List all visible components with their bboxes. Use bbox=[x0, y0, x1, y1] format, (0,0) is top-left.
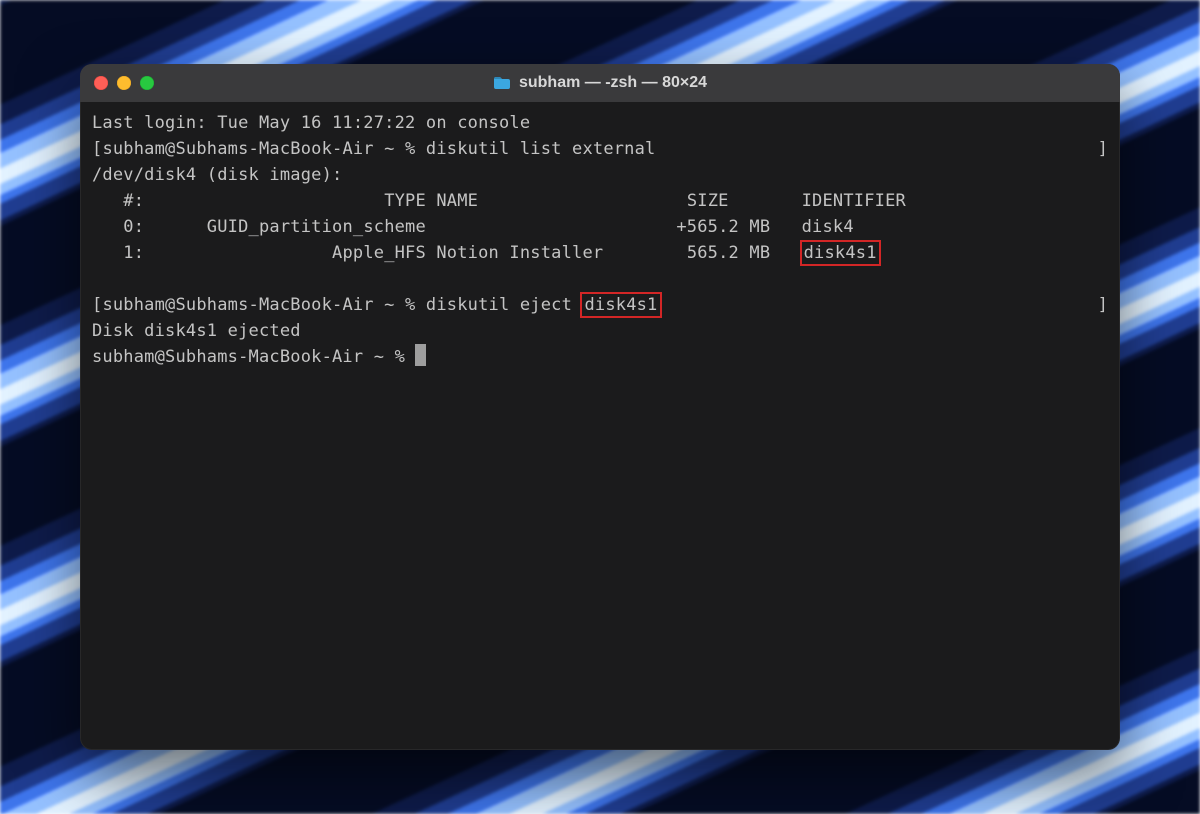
terminal-window: subham — -zsh — 80×24 Last login: Tue Ma… bbox=[80, 64, 1120, 750]
eject-result: Disk disk4s1 ejected bbox=[92, 318, 1108, 344]
traffic-lights bbox=[94, 76, 154, 90]
prompt-line-2: [subham@Subhams-MacBook-Air ~ % diskutil… bbox=[92, 292, 1108, 318]
folder-icon bbox=[493, 76, 511, 90]
device-line: /dev/disk4 (disk image): bbox=[92, 162, 1108, 188]
window-title: subham — -zsh — 80×24 bbox=[519, 74, 707, 92]
prompt-2: subham@Subhams-MacBook-Air ~ % bbox=[102, 295, 425, 315]
command-1: diskutil list external bbox=[426, 139, 656, 159]
blank-line bbox=[92, 266, 1108, 292]
command-2-pre: diskutil eject bbox=[426, 295, 583, 315]
list-header: #: TYPE NAME SIZE IDENTIFIER bbox=[92, 188, 1108, 214]
zoom-button[interactable] bbox=[140, 76, 154, 90]
terminal-output[interactable]: Last login: Tue May 16 11:27:22 on conso… bbox=[80, 102, 1120, 750]
minimize-button[interactable] bbox=[117, 76, 131, 90]
prompt-3: subham@Subhams-MacBook-Air ~ % bbox=[92, 347, 415, 367]
close-button[interactable] bbox=[94, 76, 108, 90]
highlight-disk4s1-b: disk4s1 bbox=[580, 292, 661, 318]
terminal-cursor bbox=[415, 344, 426, 366]
highlight-disk4s1-a: disk4s1 bbox=[800, 240, 881, 266]
list-row-1: 1: Apple_HFS Notion Installer 565.2 MB d… bbox=[92, 240, 1108, 266]
list-row-0: 0: GUID_partition_scheme +565.2 MB disk4 bbox=[92, 214, 1108, 240]
window-titlebar[interactable]: subham — -zsh — 80×24 bbox=[80, 64, 1120, 102]
prompt-line-3: subham@Subhams-MacBook-Air ~ % bbox=[92, 344, 1108, 370]
prompt-line-1: [subham@Subhams-MacBook-Air ~ % diskutil… bbox=[92, 136, 1108, 162]
last-login-line: Last login: Tue May 16 11:27:22 on conso… bbox=[92, 110, 1108, 136]
prompt-1: subham@Subhams-MacBook-Air ~ % bbox=[102, 139, 425, 159]
